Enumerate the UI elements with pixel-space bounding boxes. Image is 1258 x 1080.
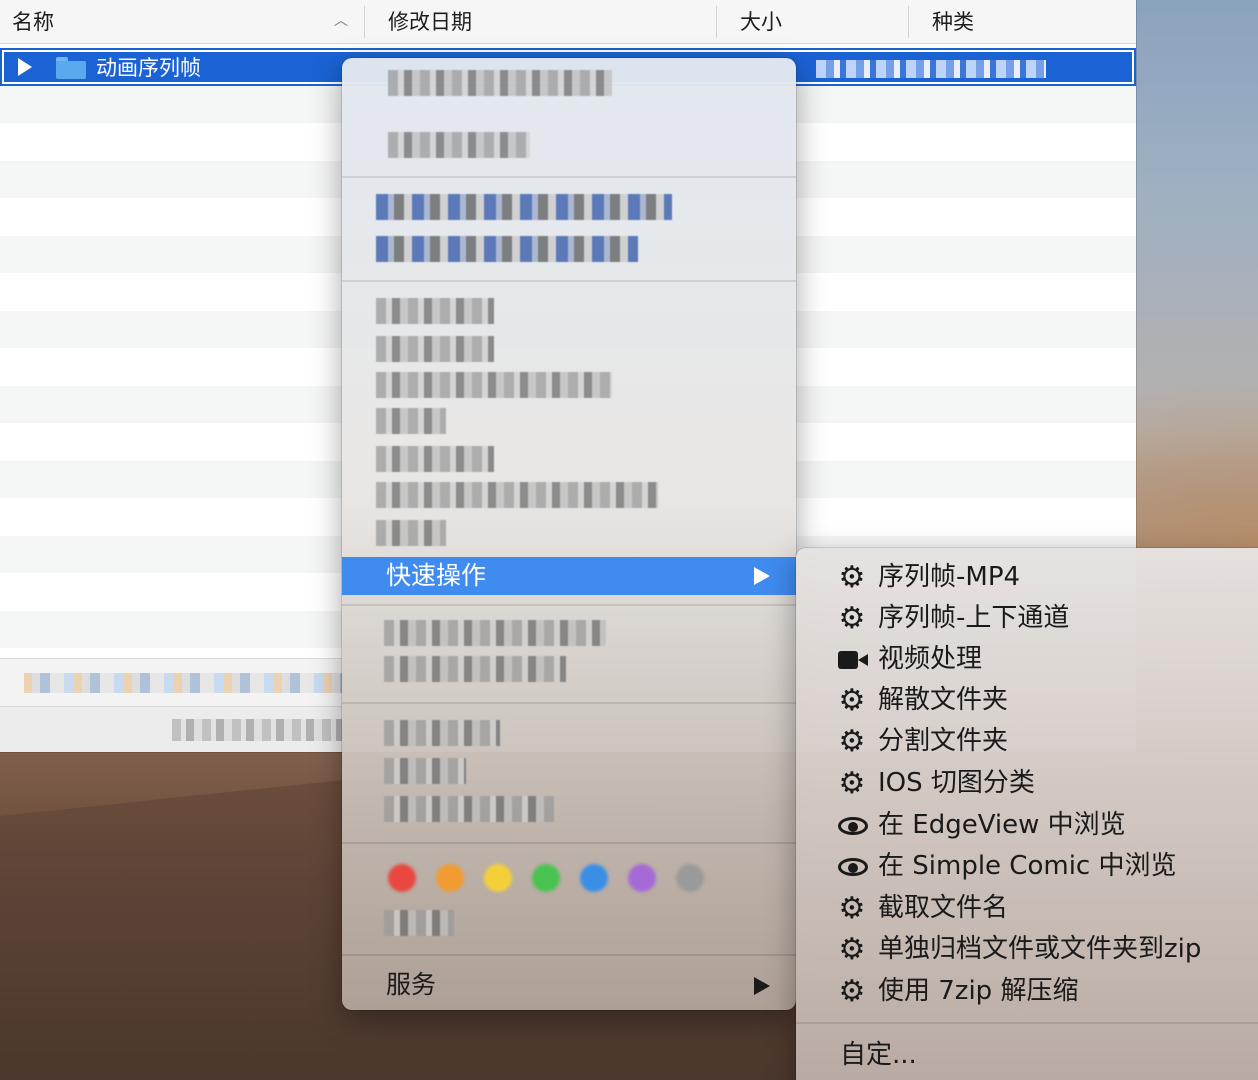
submenu-item[interactable]: 在 Simple Comic 中浏览: [796, 846, 1258, 887]
menu-separator: [342, 280, 796, 282]
eye-icon: [838, 817, 868, 835]
menu-item-redacted[interactable]: [384, 620, 606, 646]
submenu-item[interactable]: ⚙ 序列帧-MP4: [796, 557, 1258, 598]
menu-separator: [796, 1022, 1258, 1024]
tag-orange-dot[interactable]: [436, 864, 464, 892]
column-divider[interactable]: [908, 6, 909, 38]
menu-item-redacted[interactable]: [376, 408, 446, 434]
menu-separator: [342, 176, 796, 178]
submenu-arrow-icon: [754, 977, 770, 995]
submenu-item[interactable]: ⚙ 序列帧-上下通道: [796, 598, 1258, 639]
status-redacted: [172, 719, 342, 741]
submenu-item[interactable]: ⚙ IOS 切图分类: [796, 763, 1258, 804]
menu-item-redacted[interactable]: [376, 520, 446, 546]
tag-gray-dot[interactable]: [676, 864, 704, 892]
context-menu: 快速操作 服务: [342, 58, 796, 1010]
submenu-item-label: 序列帧-MP4: [878, 562, 1021, 592]
submenu-item-label: 在 Simple Comic 中浏览: [878, 851, 1177, 881]
menu-separator: [342, 702, 796, 704]
gear-icon: ⚙: [838, 560, 866, 595]
submenu-item-label: 在 EdgeView 中浏览: [878, 810, 1126, 840]
column-size-header[interactable]: 大小: [728, 0, 782, 44]
gear-icon: ⚙: [838, 724, 866, 759]
gear-icon: ⚙: [838, 974, 866, 1009]
menu-item-quick-actions[interactable]: 快速操作: [342, 557, 796, 595]
disclosure-triangle-icon[interactable]: [18, 58, 32, 76]
tag-green-dot[interactable]: [532, 864, 560, 892]
column-header: 名称 ︿ 修改日期 大小 种类: [0, 0, 1136, 44]
gear-icon: ⚙: [838, 683, 866, 718]
file-name: 动画序列帧: [96, 56, 201, 80]
column-name-header[interactable]: 名称: [0, 0, 54, 44]
submenu-item[interactable]: 在 EdgeView 中浏览: [796, 805, 1258, 846]
menu-item-redacted[interactable]: [376, 298, 494, 324]
gear-icon: ⚙: [838, 891, 866, 926]
submenu-item-label: 使用 7zip 解压缩: [878, 976, 1079, 1006]
menu-separator: [342, 842, 796, 844]
menu-item-redacted[interactable]: [384, 758, 466, 784]
submenu-item-label: 解散文件夹: [878, 685, 1009, 715]
sort-ascending-icon: ︿: [334, 13, 348, 29]
menu-item-redacted[interactable]: [376, 194, 672, 220]
submenu-item-label: 分割文件夹: [878, 726, 1009, 756]
customize-menu-item[interactable]: 自定...: [840, 1036, 917, 1074]
submenu-item-label: 视频处理: [878, 644, 983, 674]
submenu-item[interactable]: ⚙ 单独归档文件或文件夹到zip: [796, 929, 1258, 970]
submenu-item-label: 截取文件名: [878, 893, 1009, 923]
column-divider[interactable]: [716, 6, 717, 38]
menu-item-redacted[interactable]: [376, 446, 494, 472]
menu-item-redacted[interactable]: [384, 910, 454, 936]
submenu-item[interactable]: ⚙ 截取文件名: [796, 888, 1258, 929]
menu-item-redacted[interactable]: [384, 720, 500, 746]
menu-item-label: 快速操作: [386, 561, 487, 590]
path-redacted: [24, 673, 344, 693]
submenu-arrow-icon: [754, 567, 770, 585]
tag-red-dot[interactable]: [388, 864, 416, 892]
submenu-item-label: 单独归档文件或文件夹到zip: [878, 934, 1202, 964]
row-details-redacted: [816, 60, 1046, 78]
column-kind-header[interactable]: 种类: [920, 0, 974, 44]
tag-yellow-dot[interactable]: [484, 864, 512, 892]
folder-icon: [56, 57, 86, 79]
menu-item-redacted[interactable]: [376, 482, 658, 508]
menu-item-redacted[interactable]: [384, 656, 566, 682]
menu-item-redacted[interactable]: [376, 372, 612, 398]
gear-icon: ⚙: [838, 932, 866, 967]
menu-separator: [342, 954, 796, 956]
eye-icon: [838, 858, 868, 876]
menu-item-redacted[interactable]: [376, 236, 638, 262]
submenu-item-label: IOS 切图分类: [878, 768, 1035, 798]
column-divider[interactable]: [364, 6, 365, 38]
tag-blue-dot[interactable]: [580, 864, 608, 892]
menu-item-redacted[interactable]: [388, 70, 612, 96]
submenu-item[interactable]: ⚙ 解散文件夹: [796, 680, 1258, 721]
submenu-item[interactable]: ⚙ 分割文件夹: [796, 721, 1258, 762]
submenu-item-label: 序列帧-上下通道: [878, 603, 1070, 633]
menu-item-redacted[interactable]: [388, 132, 530, 158]
menu-item-label: 服务: [386, 970, 437, 999]
menu-item-redacted[interactable]: [376, 336, 494, 362]
video-camera-icon: [838, 651, 868, 669]
menu-item-redacted[interactable]: [384, 796, 554, 822]
gear-icon: ⚙: [838, 766, 866, 801]
quick-actions-submenu: ⚙ 序列帧-MP4 ⚙ 序列帧-上下通道 视频处理 ⚙ 解散文件夹 ⚙ 分割文件…: [796, 548, 1258, 1080]
column-date-header[interactable]: 修改日期: [376, 0, 472, 44]
menu-separator: [342, 604, 796, 606]
menu-item-services[interactable]: 服务: [342, 966, 796, 1006]
tag-purple-dot[interactable]: [628, 864, 656, 892]
gear-icon: ⚙: [838, 601, 866, 636]
submenu-item[interactable]: ⚙ 使用 7zip 解压缩: [796, 971, 1258, 1012]
submenu-item[interactable]: 视频处理: [796, 639, 1258, 680]
